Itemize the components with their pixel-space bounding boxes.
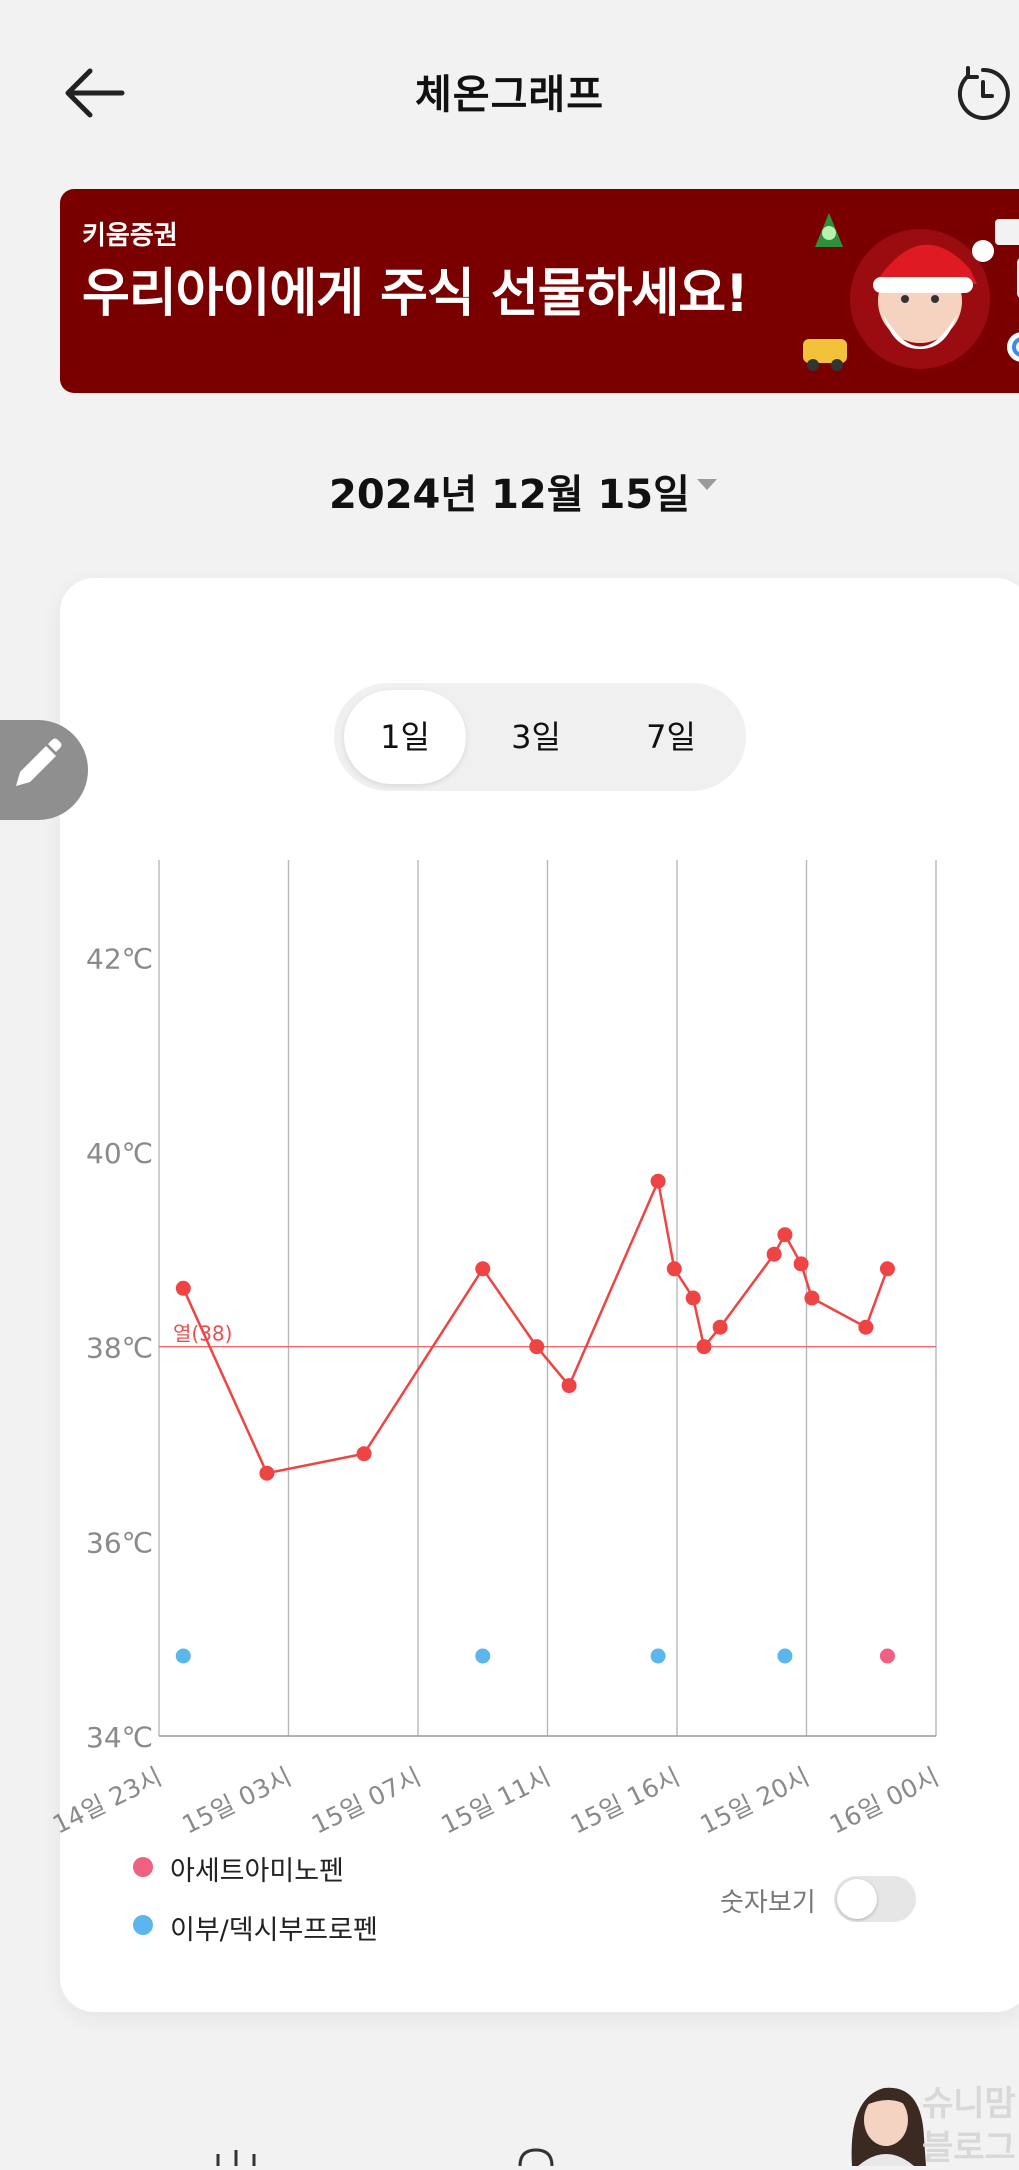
temperature-point — [666, 1261, 682, 1277]
temperature-point — [712, 1319, 728, 1335]
history-clock-icon[interactable] — [955, 60, 1011, 124]
temperature-point — [650, 1173, 666, 1189]
bottom-nav-partial — [216, 2148, 554, 2166]
temperature-point — [696, 1339, 712, 1355]
temperature-point — [356, 1446, 372, 1462]
legend-label-acetaminophen: 아세트아미노펜 — [170, 1856, 344, 1887]
x-tick-label: 15일 11시 — [437, 1762, 555, 1840]
y-tick-label: 42℃ — [86, 942, 153, 975]
tab-7-days[interactable]: 7일 — [610, 690, 732, 784]
temperature-point — [879, 1261, 895, 1277]
tab-1-day[interactable]: 1일 — [344, 690, 466, 784]
temperature-chart: 42℃40℃38℃36℃34℃ 14일 23시 15일 03시 15일 07시 15일… — [48, 860, 943, 1840]
legend-dot-ibuprofen — [133, 1915, 153, 1935]
y-tick-label: 38℃ — [86, 1332, 153, 1365]
temperature-point — [259, 1465, 275, 1481]
temperature-point — [529, 1339, 545, 1355]
temperature-point — [175, 1280, 191, 1296]
promo-banner[interactable]: 키움증권 우리아이에게 주식 선물하세요! — [60, 189, 1019, 393]
medication-marker — [475, 1648, 491, 1664]
medication-marker — [777, 1648, 793, 1664]
temperature-point — [793, 1256, 809, 1272]
caret-down-icon[interactable] — [695, 477, 719, 493]
temperature-point — [858, 1319, 874, 1335]
temperature-point — [766, 1246, 782, 1262]
banner-headline: 우리아이에게 주식 선물하세요! — [82, 264, 749, 324]
temperature-point — [475, 1261, 491, 1277]
medication-marker — [175, 1648, 191, 1664]
santa-illustration — [725, 189, 1019, 393]
range-segmented-control: 1일 3일 7일 — [334, 683, 746, 791]
number-view-toggle[interactable] — [834, 1876, 916, 1922]
edit-pencil-button[interactable] — [0, 720, 88, 820]
x-tick-label: 15일 20시 — [696, 1762, 814, 1840]
medication-marker — [650, 1648, 666, 1664]
date-selector[interactable]: 2024년 12월 15일 — [0, 462, 1019, 520]
x-tick-label: 14일 23시 — [48, 1762, 166, 1840]
bottom-nav-home-icon — [518, 2148, 554, 2166]
legend-label-ibuprofen: 이부/덱시부프로펜 — [170, 1915, 378, 1946]
watermark-text-line1: 슈니맘 — [922, 2084, 1016, 2124]
tab-3-days[interactable]: 3일 — [475, 690, 597, 784]
bottom-nav-list-icon — [216, 2150, 256, 2166]
y-tick-label: 36℃ — [86, 1526, 153, 1559]
x-tick-label: 15일 03시 — [178, 1762, 296, 1840]
banner-brand-logo: 키움증권 — [82, 221, 178, 251]
number-view-label: 숫자보기 — [720, 1888, 816, 1918]
y-tick-label: 34℃ — [86, 1721, 153, 1754]
page-title: 체온그래프 — [415, 72, 604, 118]
y-tick-label: 40℃ — [86, 1137, 153, 1170]
x-tick-label: 16일 00시 — [825, 1762, 943, 1840]
temperature-point — [685, 1290, 701, 1306]
medication-marker — [879, 1648, 895, 1664]
legend-dot-acetaminophen — [133, 1857, 153, 1877]
toggle-knob — [837, 1879, 877, 1919]
x-tick-label: 15일 16시 — [566, 1762, 684, 1840]
temperature-point — [561, 1378, 577, 1394]
x-tick-label: 15일 07시 — [307, 1762, 425, 1840]
temperature-point — [804, 1290, 820, 1306]
temperature-point — [777, 1227, 793, 1243]
